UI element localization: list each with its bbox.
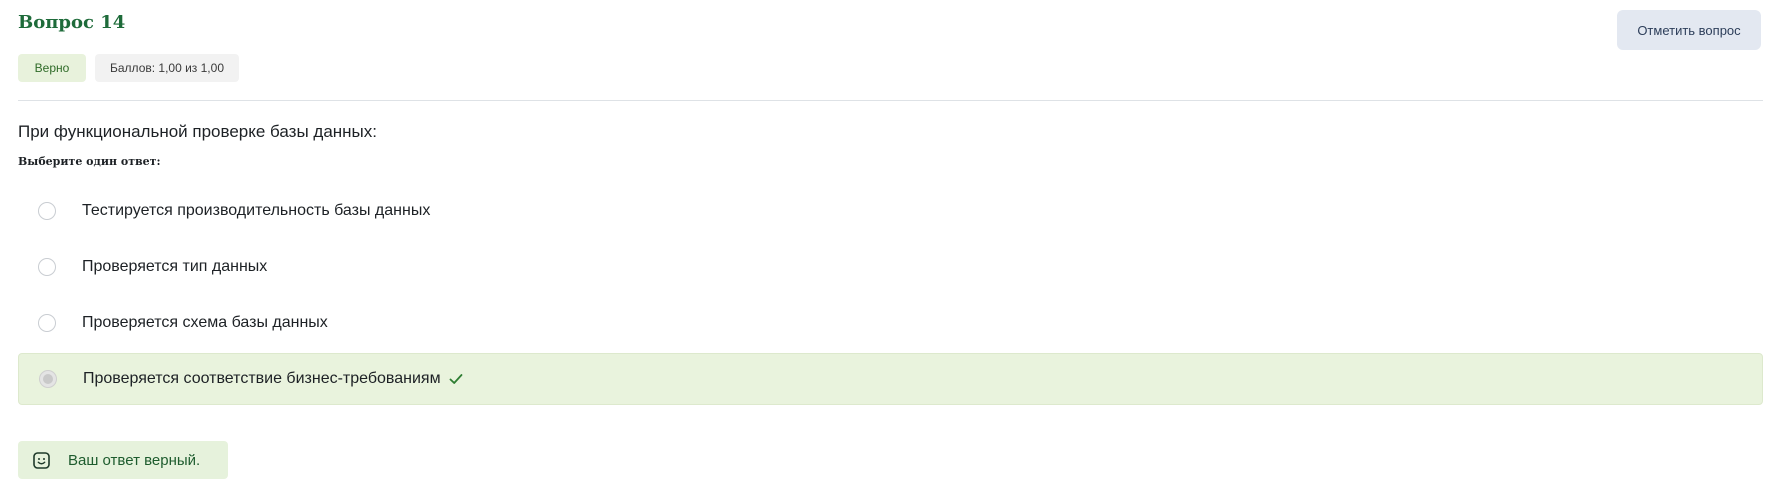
status-badge: Верно [18,54,86,82]
answer-label-wrapper: Проверяется соответствие бизнес-требован… [83,370,464,388]
answer-label: Тестируется производительность базы данн… [82,202,431,219]
radio-button-selected[interactable] [39,370,57,388]
answer-option[interactable]: Тестируется производительность базы данн… [18,185,1763,237]
answer-label: Проверяется соответствие бизнес-требован… [83,370,441,387]
radio-button[interactable] [38,258,56,276]
question-text: При функциональной проверке базы данных: [18,122,377,141]
question-title: Вопрос 14 [18,12,126,33]
divider [18,100,1763,101]
score-badge: Баллов: 1,00 из 1,00 [95,54,239,82]
check-icon [449,374,462,384]
feedback-box: Ваш ответ верный. [18,441,228,479]
feedback-text: Ваш ответ верный. [68,451,201,469]
answer-option[interactable]: Проверяется тип данных [18,241,1763,293]
answer-label: Проверяется тип данных [82,258,268,275]
radio-button[interactable] [38,314,56,332]
answer-option-correct[interactable]: Проверяется соответствие бизнес-требован… [18,353,1763,405]
flag-question-button[interactable]: Отметить вопрос [1617,10,1761,50]
radio-button[interactable] [38,202,56,220]
answer-prompt: Выберите один ответ: [18,155,161,168]
answer-label: Проверяется схема базы данных [82,314,328,331]
answer-option[interactable]: Проверяется схема базы данных [18,297,1763,349]
smile-icon [33,452,50,469]
